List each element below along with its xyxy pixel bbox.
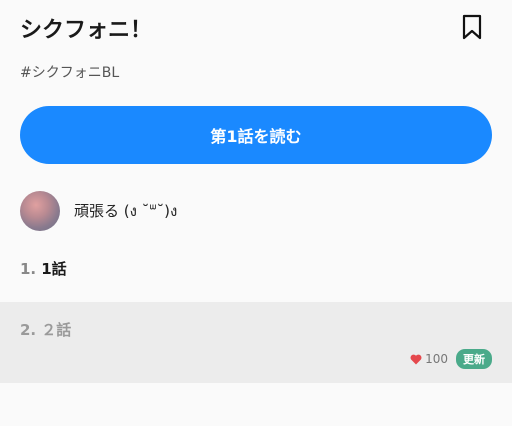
avatar: [20, 191, 60, 231]
read-first-episode-button[interactable]: 第1話を読む: [20, 106, 492, 164]
episode-number: 1.: [20, 260, 37, 278]
episode-item-1[interactable]: 1. 1話: [0, 248, 512, 302]
author-link[interactable]: 頑張る (ง ˘ᐜ˘)ง: [20, 191, 177, 231]
episode-number: 2.: [20, 321, 37, 339]
like-count-value: 100: [425, 352, 448, 366]
episode-title: ２話: [41, 321, 72, 339]
episode-row: 1. 1話: [20, 258, 67, 279]
episode-meta: 100 更新: [410, 349, 492, 369]
episode-title: 1話: [41, 260, 67, 278]
author-name: 頑張る (ง ˘ᐜ˘)ง: [74, 202, 178, 220]
episode-item-2[interactable]: 2. ２話 100 更新: [0, 302, 512, 383]
page-title: シクフォニ！: [20, 18, 153, 43]
like-count: 100: [410, 352, 448, 366]
hashtag-link[interactable]: #シクフォニBL: [20, 62, 119, 82]
episode-row: 2. ２話: [20, 319, 71, 340]
bookmark-icon[interactable]: [460, 14, 484, 40]
heart-icon: [410, 354, 422, 364]
header: シクフォニ！: [20, 10, 492, 44]
update-badge: 更新: [456, 349, 492, 369]
